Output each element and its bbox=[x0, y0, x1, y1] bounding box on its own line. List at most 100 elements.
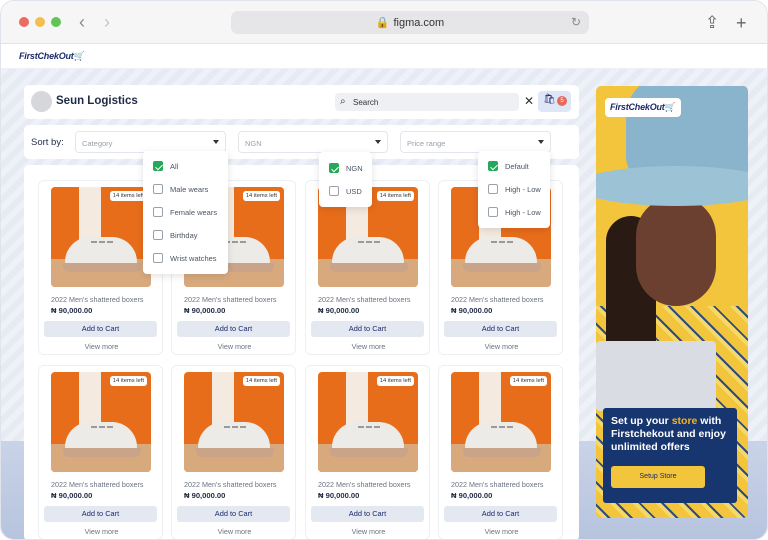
close-icon[interactable]: ✕ bbox=[524, 94, 534, 108]
search-input[interactable]: ⌕ Search bbox=[335, 93, 519, 111]
add-to-cart-button[interactable]: Add to Cart bbox=[177, 506, 290, 522]
product-name: 2022 Men's shattered boxers bbox=[184, 295, 277, 304]
view-more-link[interactable]: View more bbox=[439, 342, 564, 351]
currency-select-text: NGN bbox=[245, 139, 262, 148]
price-option[interactable]: Default bbox=[488, 161, 529, 171]
product-card[interactable]: 14 items left 2022 Men's shattered boxers… bbox=[171, 365, 297, 539]
add-to-cart-button[interactable]: Add to Cart bbox=[311, 321, 424, 337]
view-more-link[interactable]: View more bbox=[306, 527, 431, 536]
store-name: Seun Logistics bbox=[56, 95, 138, 107]
banner-photo-face bbox=[636, 196, 716, 306]
category-option[interactable]: Birthday bbox=[153, 230, 198, 240]
view-more-link[interactable]: View more bbox=[306, 342, 431, 351]
category-select[interactable]: Category bbox=[75, 131, 226, 153]
price-range-select[interactable]: Price range bbox=[400, 131, 551, 153]
add-to-cart-button[interactable]: Add to Cart bbox=[444, 506, 557, 522]
minimize-window-button[interactable] bbox=[35, 17, 45, 27]
close-window-button[interactable] bbox=[19, 17, 29, 27]
stock-badge: 14 items left bbox=[242, 191, 280, 201]
checkbox[interactable] bbox=[488, 207, 498, 217]
stock-badge: 14 items left bbox=[242, 376, 280, 386]
checkbox[interactable] bbox=[329, 163, 339, 173]
option-label: Birthday bbox=[170, 230, 198, 240]
browser-titlebar: ‹ › 🔒 figma.com ↻ ⇪ + bbox=[1, 1, 767, 44]
chevron-down-icon bbox=[213, 140, 219, 144]
stock-badge: 14 items left bbox=[509, 376, 547, 386]
option-label: All bbox=[170, 161, 179, 171]
add-to-cart-button[interactable]: Add to Cart bbox=[177, 321, 290, 337]
view-more-link[interactable]: View more bbox=[39, 527, 164, 536]
brand-bar: FirstChekOut🛒 bbox=[1, 44, 767, 69]
checkbox[interactable] bbox=[153, 161, 163, 171]
option-label: Wrist watches bbox=[170, 253, 217, 263]
product-image[interactable]: 14 items left bbox=[184, 372, 284, 472]
brand-logo-text: FirstChekOut bbox=[19, 51, 74, 61]
share-icon[interactable]: ⇪ bbox=[705, 13, 719, 33]
currency-option[interactable]: NGN bbox=[329, 163, 363, 173]
add-to-cart-button[interactable]: Add to Cart bbox=[44, 506, 157, 522]
banner-logo-text: FirstChekOut bbox=[610, 102, 665, 112]
headline-part: Set up your bbox=[611, 415, 672, 427]
checkbox[interactable] bbox=[488, 184, 498, 194]
promo-banner[interactable]: FirstChekOut🛒 Set up your store with Fir… bbox=[596, 86, 748, 518]
avatar bbox=[31, 91, 52, 112]
product-image[interactable]: 14 items left bbox=[451, 372, 551, 472]
back-arrow-icon[interactable]: ‹ bbox=[79, 12, 85, 32]
view-more-link[interactable]: View more bbox=[172, 527, 297, 536]
sneaker-lace bbox=[358, 241, 380, 253]
add-to-cart-button[interactable]: Add to Cart bbox=[44, 321, 157, 337]
search-placeholder: Search bbox=[353, 97, 379, 107]
product-price: ₦ 90,000.00 bbox=[184, 306, 226, 315]
checkbox[interactable] bbox=[488, 161, 498, 171]
add-to-cart-button[interactable]: Add to Cart bbox=[311, 506, 424, 522]
product-image[interactable]: 14 items left bbox=[51, 187, 151, 287]
new-tab-icon[interactable]: + bbox=[736, 13, 747, 34]
category-option[interactable]: All bbox=[153, 161, 178, 171]
product-name: 2022 Men's shattered boxers bbox=[51, 480, 144, 489]
product-price: ₦ 90,000.00 bbox=[51, 306, 93, 315]
view-more-link[interactable]: View more bbox=[39, 342, 164, 351]
view-more-link[interactable]: View more bbox=[172, 342, 297, 351]
reload-icon[interactable]: ↻ bbox=[571, 15, 581, 29]
checkbox[interactable] bbox=[153, 253, 163, 263]
product-card[interactable]: 14 items left 2022 Men's shattered boxers… bbox=[38, 365, 164, 539]
option-label: NGN bbox=[346, 163, 363, 173]
checkbox[interactable] bbox=[153, 207, 163, 217]
address-text: figma.com bbox=[393, 16, 445, 29]
sneaker-sole bbox=[63, 448, 141, 457]
cart-button[interactable]: 🛍 5 bbox=[538, 91, 571, 112]
sneaker-sole bbox=[330, 263, 408, 272]
price-option[interactable]: High - Low bbox=[488, 184, 541, 194]
brand-logo[interactable]: FirstChekOut🛒 bbox=[19, 51, 85, 62]
add-to-cart-button[interactable]: Add to Cart bbox=[444, 321, 557, 337]
product-image[interactable]: 14 items left bbox=[318, 372, 418, 472]
forward-arrow-icon[interactable]: › bbox=[104, 12, 110, 32]
category-option[interactable]: Male wears bbox=[153, 184, 208, 194]
checkbox[interactable] bbox=[329, 186, 339, 196]
sneaker-lace bbox=[491, 241, 513, 253]
address-bar[interactable]: 🔒 figma.com ↻ bbox=[231, 11, 589, 34]
checkbox[interactable] bbox=[153, 184, 163, 194]
banner-logo: FirstChekOut🛒 bbox=[605, 98, 681, 117]
browser-window: ‹ › 🔒 figma.com ↻ ⇪ + FirstChekOut🛒 Seun… bbox=[0, 0, 768, 540]
price-option[interactable]: High - Low bbox=[488, 207, 541, 217]
product-price: ₦ 90,000.00 bbox=[51, 491, 93, 500]
currency-select[interactable]: NGN bbox=[238, 131, 388, 153]
cart-count-badge: 5 bbox=[557, 96, 567, 106]
product-card[interactable]: 14 items left 2022 Men's shattered boxers… bbox=[305, 365, 431, 539]
product-image[interactable]: 14 items left bbox=[51, 372, 151, 472]
option-label: Default bbox=[505, 161, 529, 171]
maximize-window-button[interactable] bbox=[51, 17, 61, 27]
product-name: 2022 Men's shattered boxers bbox=[451, 480, 544, 489]
chevron-down-icon bbox=[538, 140, 544, 144]
currency-option[interactable]: USD bbox=[329, 186, 362, 196]
sneaker-lace bbox=[358, 426, 380, 438]
category-select-text: Category bbox=[82, 139, 113, 148]
checkbox[interactable] bbox=[153, 230, 163, 240]
cart-logo-icon: 🛒 bbox=[73, 51, 85, 61]
category-option[interactable]: Wrist watches bbox=[153, 253, 217, 263]
setup-store-button[interactable]: Setup Store bbox=[611, 466, 705, 488]
category-option[interactable]: Female wears bbox=[153, 207, 217, 217]
product-card[interactable]: 14 items left 2022 Men's shattered boxers… bbox=[438, 365, 564, 539]
view-more-link[interactable]: View more bbox=[439, 527, 564, 536]
